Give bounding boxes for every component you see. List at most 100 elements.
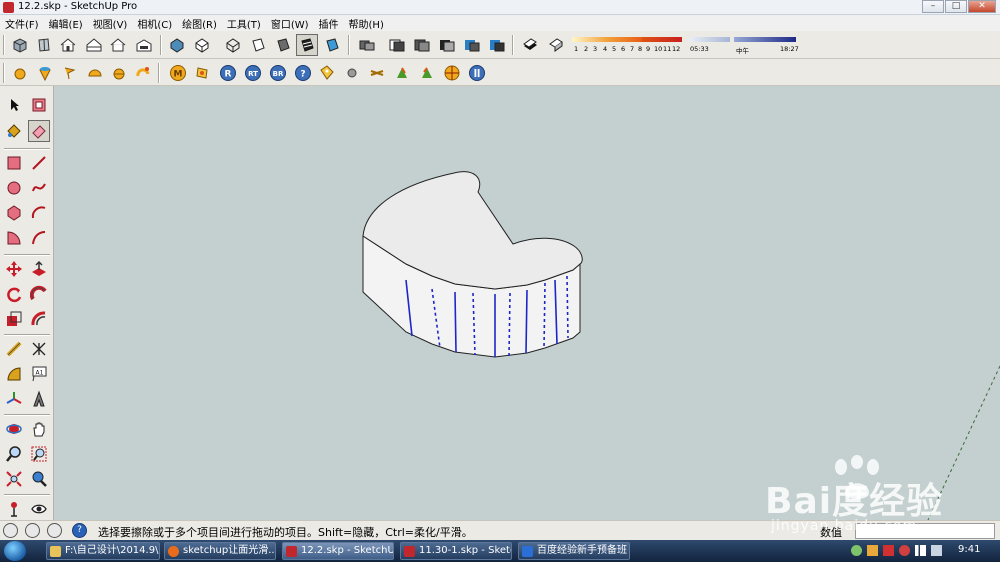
line-icon[interactable] bbox=[28, 152, 50, 174]
arc-icon[interactable] bbox=[28, 202, 50, 224]
look-around-icon[interactable] bbox=[28, 498, 50, 520]
taskbar-clock[interactable]: 9:41 bbox=[958, 544, 980, 555]
minimize-button[interactable]: – bbox=[922, 0, 944, 13]
layers-icon[interactable] bbox=[386, 34, 408, 56]
model-viewport[interactable] bbox=[54, 86, 1000, 520]
paint-bucket-icon[interactable] bbox=[3, 120, 25, 142]
pan-icon[interactable] bbox=[28, 418, 50, 440]
polygon-icon[interactable] bbox=[3, 202, 25, 224]
plugin-plant2-icon[interactable] bbox=[416, 62, 438, 84]
measurements-input[interactable] bbox=[855, 523, 995, 539]
offset-icon[interactable] bbox=[28, 308, 50, 330]
axes-icon[interactable] bbox=[3, 388, 25, 410]
viewport-canvas[interactable] bbox=[54, 86, 1000, 520]
iso-view-icon[interactable] bbox=[9, 34, 31, 56]
top-view-icon[interactable] bbox=[33, 34, 55, 56]
position-camera-icon[interactable] bbox=[3, 498, 25, 520]
half-sphere-icon[interactable] bbox=[108, 62, 130, 84]
plugin-target-icon[interactable] bbox=[441, 62, 463, 84]
back-view-icon[interactable] bbox=[107, 34, 129, 56]
user-icon[interactable] bbox=[47, 523, 62, 538]
tray-app-icon[interactable] bbox=[851, 545, 862, 556]
menu-tools[interactable]: 工具(T) bbox=[222, 15, 266, 31]
tape-measure-icon[interactable] bbox=[3, 338, 25, 360]
torus-icon[interactable] bbox=[132, 62, 154, 84]
zoom-icon[interactable] bbox=[3, 443, 25, 465]
rectangle-icon[interactable] bbox=[3, 152, 25, 174]
monochrome-icon[interactable] bbox=[321, 34, 343, 56]
display-shadows-icon[interactable] bbox=[519, 34, 541, 56]
geolocation-icon[interactable] bbox=[3, 523, 18, 538]
plugin-r-icon[interactable]: R bbox=[217, 62, 239, 84]
scale-icon[interactable] bbox=[3, 308, 25, 330]
plugin-cross-icon[interactable] bbox=[366, 62, 388, 84]
network-icon[interactable] bbox=[915, 545, 926, 556]
menu-view[interactable]: 视图(V) bbox=[88, 15, 133, 31]
cone-icon[interactable] bbox=[34, 62, 56, 84]
zoom-window-icon[interactable] bbox=[28, 443, 50, 465]
follow-me-icon[interactable] bbox=[28, 283, 50, 305]
text-tool-icon[interactable]: A1 bbox=[28, 363, 50, 385]
menu-file[interactable]: 文件(F) bbox=[0, 15, 44, 31]
credits-icon[interactable] bbox=[25, 523, 40, 538]
previous-view-icon[interactable] bbox=[28, 468, 50, 490]
3d-text-icon[interactable] bbox=[28, 388, 50, 410]
tray-security-icon[interactable] bbox=[883, 545, 894, 556]
back-edges-icon[interactable] bbox=[191, 34, 213, 56]
right-view-icon[interactable] bbox=[83, 34, 105, 56]
plugin-plant-icon[interactable] bbox=[391, 62, 413, 84]
menu-help[interactable]: 帮助(H) bbox=[344, 15, 389, 31]
tray-flag-icon[interactable] bbox=[899, 545, 910, 556]
zoom-extents-icon[interactable] bbox=[3, 468, 25, 490]
move-icon[interactable] bbox=[3, 258, 25, 280]
plugin-help-icon[interactable]: ? bbox=[292, 62, 314, 84]
plugin-m-icon[interactable]: M bbox=[167, 62, 189, 84]
plugin-paint-icon[interactable] bbox=[192, 62, 214, 84]
start-button[interactable] bbox=[4, 541, 26, 561]
close-button[interactable]: ✕ bbox=[968, 0, 996, 13]
taskbar-item-baidu[interactable]: 百度经验新手预备班 bbox=[518, 542, 630, 560]
taskbar-item-browser[interactable]: sketchup让面光滑... bbox=[164, 542, 276, 560]
plugin-ball-icon[interactable] bbox=[341, 62, 363, 84]
sphere-icon[interactable] bbox=[9, 62, 31, 84]
shaded-textures-icon[interactable] bbox=[296, 34, 318, 56]
make-component-icon[interactable] bbox=[28, 94, 50, 116]
help-icon[interactable]: ? bbox=[72, 523, 87, 538]
shaded-icon[interactable] bbox=[272, 34, 294, 56]
menu-camera[interactable]: 相机(C) bbox=[132, 15, 177, 31]
dimension-icon[interactable] bbox=[28, 338, 50, 360]
volume-icon[interactable] bbox=[931, 545, 942, 556]
plugin-tag-icon[interactable] bbox=[316, 62, 338, 84]
dome-icon[interactable] bbox=[84, 62, 106, 84]
protractor-icon[interactable] bbox=[3, 363, 25, 385]
orbit-icon[interactable] bbox=[3, 418, 25, 440]
plugin-pause-icon[interactable] bbox=[466, 62, 488, 84]
push-pull-icon[interactable] bbox=[28, 258, 50, 280]
styles-icon[interactable] bbox=[486, 34, 508, 56]
left-view-icon[interactable] bbox=[133, 34, 155, 56]
freehand-icon[interactable] bbox=[28, 177, 50, 199]
menu-plugins[interactable]: 插件 bbox=[314, 15, 344, 31]
menu-edit[interactable]: 编辑(E) bbox=[44, 15, 88, 31]
shadow-month-slider[interactable]: 1 2 3 4 5 6 7 8 9 10 11 12 bbox=[572, 35, 682, 55]
tray-shield-icon[interactable] bbox=[867, 545, 878, 556]
front-view-icon[interactable] bbox=[57, 34, 79, 56]
eraser-icon[interactable] bbox=[28, 120, 50, 142]
xray-icon[interactable] bbox=[166, 34, 188, 56]
rotate-icon[interactable] bbox=[3, 283, 25, 305]
menu-window[interactable]: 窗口(W) bbox=[266, 15, 314, 31]
plugin-rt-icon[interactable]: RT bbox=[242, 62, 264, 84]
materials-icon[interactable] bbox=[461, 34, 483, 56]
display-fog-icon[interactable] bbox=[545, 34, 567, 56]
component-icon[interactable] bbox=[356, 34, 378, 56]
flag-icon[interactable] bbox=[58, 62, 80, 84]
three-point-arc-icon[interactable] bbox=[28, 227, 50, 249]
plugin-br-icon[interactable]: BR bbox=[267, 62, 289, 84]
maximize-button[interactable]: □ bbox=[945, 0, 967, 13]
outliner-icon[interactable] bbox=[436, 34, 458, 56]
taskbar-item-explorer[interactable]: F:\自己设计\2014.9\... bbox=[46, 542, 160, 560]
select-icon[interactable] bbox=[3, 94, 25, 116]
circle-icon[interactable] bbox=[3, 177, 25, 199]
wireframe-icon[interactable] bbox=[222, 34, 244, 56]
taskbar-item-sketchup-active[interactable]: 12.2.skp - SketchU... bbox=[282, 542, 394, 560]
